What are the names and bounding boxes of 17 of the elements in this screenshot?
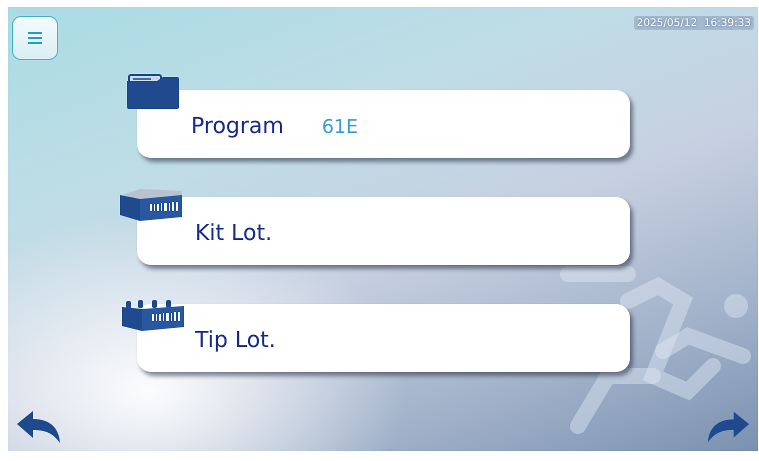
field-label: Tip Lot.	[195, 328, 276, 353]
back-arrow-icon	[17, 411, 61, 443]
barcode-box-icon	[120, 189, 184, 221]
folder-icon	[127, 73, 179, 109]
field-label: Kit Lot.	[195, 221, 272, 246]
forward-button[interactable]	[707, 411, 749, 443]
field-label: Program	[191, 114, 284, 139]
menu-icon	[28, 32, 42, 44]
field-card[interactable]: Kit Lot.	[137, 197, 630, 265]
field-value: 61E	[322, 116, 358, 138]
forward-arrow-icon	[707, 411, 749, 443]
back-button[interactable]	[17, 411, 61, 443]
field-card[interactable]: Tip Lot.	[137, 304, 630, 372]
timestamp: 2025/05/12 16:39:33	[634, 16, 754, 30]
tip-rack-icon	[122, 299, 186, 331]
menu-button[interactable]	[12, 16, 58, 60]
field-card[interactable]: Program 61E	[137, 90, 630, 158]
